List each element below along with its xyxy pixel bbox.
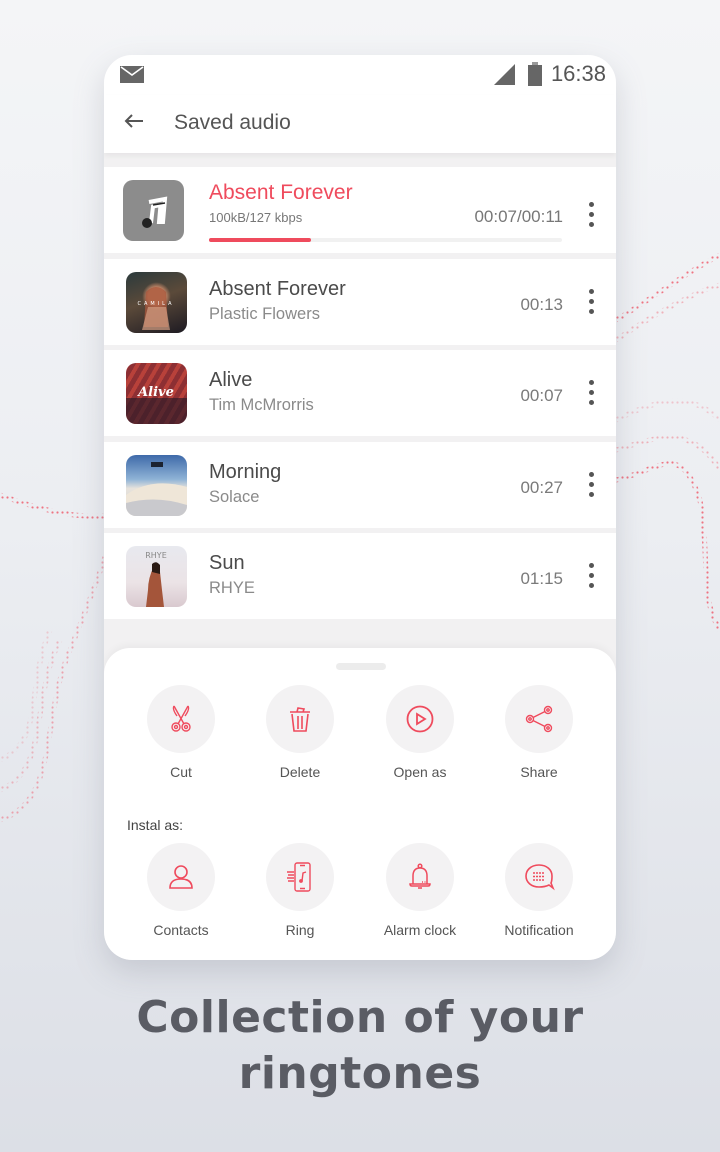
more-options-icon[interactable] bbox=[586, 288, 596, 319]
page-title: Saved audio bbox=[174, 111, 291, 134]
more-options-icon[interactable] bbox=[586, 202, 596, 232]
mail-icon bbox=[120, 66, 144, 83]
rhye-cover: RHYE bbox=[126, 546, 187, 607]
track-title: Absent Forever bbox=[209, 277, 346, 300]
more-options-icon[interactable] bbox=[586, 380, 596, 410]
headline-line-1: Collection of your bbox=[136, 992, 584, 1043]
share-icon bbox=[525, 705, 553, 733]
install-as-label: Instal as: bbox=[127, 817, 184, 833]
track-duration: 01:15 bbox=[520, 569, 563, 588]
alarm-clock-label: Alarm clock bbox=[383, 922, 457, 938]
svg-text:RHYE: RHYE bbox=[145, 551, 167, 560]
progress-fill bbox=[209, 238, 312, 242]
alive-cover: Alive bbox=[126, 363, 187, 424]
contacts-label: Contacts bbox=[153, 922, 209, 938]
headline-line-2: ringtones bbox=[238, 1048, 482, 1099]
ring-label: Ring bbox=[285, 922, 315, 938]
track-artist: Plastic Flowers bbox=[209, 304, 320, 323]
track-row[interactable]: Alive Alive Tim McMrorris 00:07 bbox=[104, 350, 616, 436]
track-title: Alive bbox=[209, 369, 253, 391]
arrow-left-icon[interactable] bbox=[124, 113, 144, 129]
app-bar: Saved audio bbox=[104, 95, 616, 153]
user-icon bbox=[169, 865, 193, 889]
open-as-button[interactable]: Open as bbox=[365, 685, 475, 780]
signal-icon bbox=[494, 64, 515, 85]
trash-icon bbox=[290, 707, 310, 732]
track-duration: 00:27 bbox=[520, 477, 563, 497]
track-artist: Solace bbox=[209, 487, 260, 506]
clock: 16:38 bbox=[550, 61, 606, 86]
open-as-label: Open as bbox=[393, 764, 447, 780]
scissors-icon bbox=[171, 705, 191, 732]
now-playing-thumb bbox=[123, 180, 184, 241]
action-row: Cut Delete Open as Share bbox=[104, 685, 616, 785]
install-options-row: Contacts Ring Alarm clock Notification bbox=[104, 843, 616, 943]
phone-screen: 16:38 Saved audio Absent Forever 100kB/1… bbox=[104, 55, 616, 960]
track-artist: RHYE bbox=[209, 579, 255, 597]
track-row[interactable]: RHYE Sun RHYE 01:15 bbox=[104, 533, 616, 619]
install-alarm-button[interactable]: Alarm clock bbox=[365, 843, 475, 938]
track-duration: 00:13 bbox=[520, 294, 563, 314]
desert-cover bbox=[126, 454, 187, 516]
track-artist: Tim McMrorris bbox=[209, 396, 314, 414]
sheet-drag-handle[interactable] bbox=[336, 663, 386, 670]
track-title: Sun bbox=[209, 552, 245, 574]
share-button[interactable]: Share bbox=[484, 685, 594, 780]
now-playing-meta: 100kB/127 kbps bbox=[209, 210, 303, 225]
cover-art: CAMILA bbox=[137, 286, 174, 330]
svg-text:Alive: Alive bbox=[136, 385, 174, 400]
cut-button[interactable]: Cut bbox=[126, 685, 236, 780]
play-circle-icon bbox=[406, 705, 434, 733]
install-contacts-button[interactable]: Contacts bbox=[126, 843, 236, 938]
music-note-icon bbox=[142, 196, 168, 228]
playback-progress-bar[interactable] bbox=[209, 238, 562, 242]
promo-headline: Collection of your ringtones bbox=[0, 990, 720, 1102]
more-options-icon[interactable] bbox=[586, 471, 596, 502]
battery-icon bbox=[528, 62, 542, 86]
camila-cover: CAMILA bbox=[126, 271, 187, 333]
message-icon bbox=[525, 864, 555, 891]
delete-button[interactable]: Delete bbox=[245, 685, 355, 780]
phone-ring-icon bbox=[287, 862, 311, 892]
install-ring-button[interactable]: Ring bbox=[245, 843, 355, 938]
track-title: Morning bbox=[209, 460, 282, 483]
now-playing-position: 00:07/00:11 bbox=[474, 207, 563, 226]
cover-art: RHYE bbox=[145, 551, 167, 607]
cover-art bbox=[126, 461, 187, 516]
now-playing-title: Absent Forever bbox=[209, 181, 353, 204]
bell-icon bbox=[409, 863, 431, 889]
delete-label: Delete bbox=[279, 764, 321, 780]
track-row[interactable]: CAMILA Absent Forever Plastic Flowers 00… bbox=[104, 258, 616, 345]
share-label: Share bbox=[520, 764, 558, 780]
track-duration: 00:07 bbox=[520, 386, 563, 405]
notification-label: Notification bbox=[504, 922, 574, 938]
audio-list: Absent Forever 100kB/127 kbps 00:07/00:1… bbox=[104, 167, 616, 625]
more-options-icon[interactable] bbox=[586, 563, 596, 593]
cover-art: Alive bbox=[126, 385, 187, 424]
bottom-sheet: Cut Delete Open as Share Instal as: Cont… bbox=[104, 648, 616, 960]
svg-text:CAMILA: CAMILA bbox=[137, 301, 174, 307]
track-row[interactable]: Morning Solace 00:27 bbox=[104, 441, 616, 528]
now-playing-row[interactable]: Absent Forever 100kB/127 kbps 00:07/00:1… bbox=[104, 167, 616, 253]
cut-label: Cut bbox=[170, 764, 192, 780]
install-notification-button[interactable]: Notification bbox=[484, 843, 594, 938]
status-bar: 16:38 bbox=[104, 55, 616, 95]
